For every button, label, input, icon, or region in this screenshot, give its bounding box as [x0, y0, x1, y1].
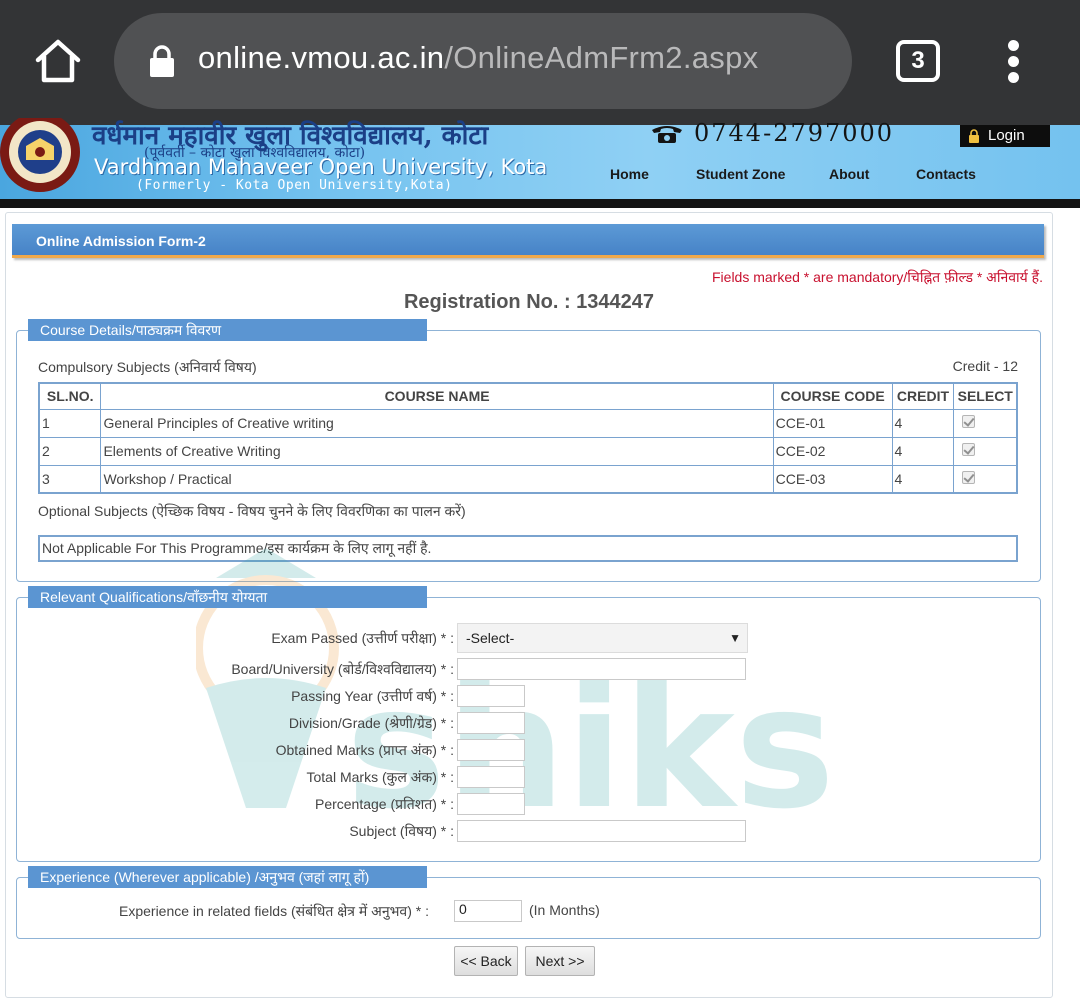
- subject-label: Subject (विषय) * :: [349, 823, 454, 839]
- course-select-checkbox[interactable]: [962, 415, 976, 428]
- table-row: 2 Elements of Creative Writing CCE-02 4: [38, 436, 1018, 466]
- optional-subjects-label: Optional Subjects (ऐच्छिक विषय - विषय चु…: [38, 503, 466, 519]
- division-input[interactable]: [457, 712, 525, 734]
- course-select-checkbox[interactable]: [962, 443, 976, 456]
- course-name: General Principles of Creative writing: [100, 408, 774, 438]
- column-header: COURSE CODE: [772, 382, 893, 410]
- course-select-checkbox[interactable]: [962, 470, 976, 484]
- course-sl: 2: [38, 436, 102, 466]
- course-code: CCE-03: [772, 464, 893, 494]
- course-select-cell: [953, 436, 1018, 466]
- percentage-label: Percentage (प्रतिशत) * :: [314, 796, 454, 812]
- home-icon[interactable]: [34, 38, 82, 84]
- subject-input[interactable]: [457, 820, 746, 842]
- course-table: SL.NO. COURSE NAME COURSE CODE CREDIT SE…: [38, 382, 1018, 494]
- total-marks-label: Total Marks (कुल अंक) * :: [306, 769, 455, 785]
- header-divider: [0, 199, 1080, 208]
- board-label: Board/University (बोर्ड/विश्वविद्यालय) *…: [231, 661, 454, 677]
- optional-subjects-box: Not Applicable For This Programme/इस कार…: [38, 535, 1018, 562]
- university-name-english: Vardhman Mahaveer Open University, Kota: [94, 155, 548, 179]
- course-code: CCE-01: [772, 408, 893, 438]
- phone-number: 0744-2797000: [694, 119, 895, 147]
- browser-toolbar: online.vmou.ac.in/OnlineAdmFrm2.aspx 3: [0, 0, 1080, 125]
- tab-switcher-button[interactable]: 3: [896, 40, 940, 82]
- university-former-english: (Formerly - Kota Open University,Kota): [136, 178, 453, 193]
- board-input[interactable]: [457, 658, 746, 680]
- course-name: Elements of Creative Writing: [100, 436, 774, 466]
- exam-passed-label: Exam Passed (उत्तीर्ण परीक्षा) * :: [271, 630, 454, 646]
- obtained-marks-label: Obtained Marks (प्राप्त अंक) * :: [275, 742, 454, 758]
- course-select-cell: [953, 408, 1018, 438]
- credit-total: Credit - 12: [952, 358, 1018, 374]
- experience-legend: Experience (Wherever applicable) /अनुभव …: [28, 866, 427, 888]
- dropdown-arrow-icon: ▼: [729, 631, 741, 645]
- total-marks-input[interactable]: [457, 766, 525, 788]
- column-header: COURSE NAME: [100, 382, 774, 410]
- nav-contacts[interactable]: Contacts: [916, 166, 976, 182]
- nav-home[interactable]: Home: [610, 166, 649, 182]
- obtained-marks-input[interactable]: [457, 739, 525, 761]
- qualifications-legend: Relevant Qualifications/वाँछनीय योग्यता: [28, 586, 427, 608]
- course-credit: 4: [891, 408, 955, 438]
- course-credit: 4: [891, 464, 955, 494]
- passing-year-label: Passing Year (उत्तीर्ण वर्ष) * :: [291, 688, 454, 704]
- course-code: CCE-02: [772, 436, 893, 466]
- column-header: SL.NO.: [38, 382, 102, 410]
- login-label: Login: [988, 127, 1025, 144]
- experience-label: Experience in related fields (संबंधित क्…: [119, 903, 429, 919]
- column-header: SELECT: [953, 382, 1018, 410]
- url-text[interactable]: online.vmou.ac.in/OnlineAdmFrm2.aspx: [198, 40, 758, 76]
- table-row: 1 General Principles of Creative writing…: [38, 408, 1018, 438]
- form-title-bar: Online Admission Form-2: [12, 224, 1044, 258]
- compulsory-subjects-label: Compulsory Subjects (अनिवार्य विषय): [38, 359, 257, 375]
- passing-year-input[interactable]: [457, 685, 525, 707]
- division-label: Division/Grade (श्रेणी/ग्रेड) * :: [288, 715, 454, 731]
- padlock-icon: [969, 129, 979, 143]
- nav-about[interactable]: About: [829, 166, 869, 182]
- url-host: online.vmou.ac.in: [198, 40, 445, 75]
- mandatory-note: Fields marked * are mandatory/चिह्नित फ़…: [712, 269, 1043, 285]
- back-button[interactable]: << Back: [454, 946, 518, 976]
- overflow-menu-icon[interactable]: [1004, 40, 1024, 84]
- course-sl: 1: [38, 408, 102, 438]
- course-credit: 4: [891, 436, 955, 466]
- registration-number: Registration No. : 1344247: [403, 291, 655, 313]
- percentage-input[interactable]: [457, 793, 525, 815]
- table-row: 3 Workshop / Practical CCE-03 4: [38, 464, 1018, 494]
- experience-input[interactable]: 0: [454, 900, 522, 922]
- next-button[interactable]: Next >>: [525, 946, 595, 976]
- experience-unit: (In Months): [529, 902, 600, 918]
- url-path: /OnlineAdmFrm2.aspx: [444, 40, 759, 75]
- course-details-legend: Course Details/पाठ्यक्रम विवरण: [28, 319, 427, 341]
- form-title: Online Admission Form-2: [36, 233, 206, 249]
- exam-passed-select[interactable]: -Select- ▼: [457, 623, 748, 653]
- nav-student-zone[interactable]: Student Zone: [696, 166, 785, 182]
- column-header: CREDIT: [891, 382, 955, 410]
- login-button[interactable]: Login: [960, 125, 1050, 147]
- phone-icon: [652, 126, 682, 143]
- course-select-cell: [953, 464, 1018, 494]
- university-logo: [0, 118, 80, 192]
- course-name: Workshop / Practical: [100, 464, 774, 494]
- exam-passed-value: -Select-: [466, 630, 515, 646]
- table-header-row: SL.NO. COURSE NAME COURSE CODE CREDIT SE…: [38, 382, 1018, 410]
- course-sl: 3: [38, 464, 102, 494]
- lock-icon: [150, 45, 174, 77]
